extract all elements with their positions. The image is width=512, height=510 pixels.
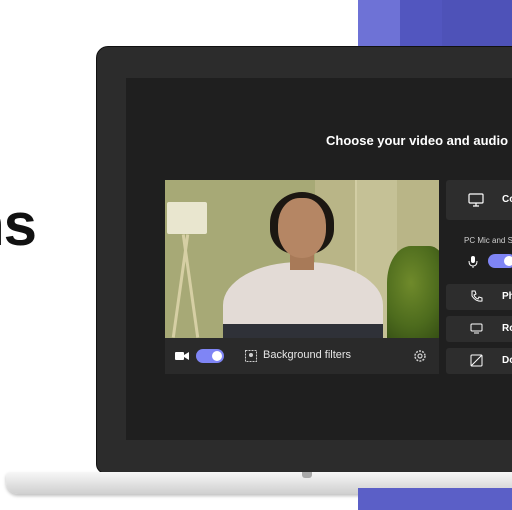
teams-prejoin-screen: Choose your video and audio Background f…	[126, 78, 512, 440]
camera-toggle[interactable]	[196, 349, 224, 363]
brand-stripe	[400, 0, 442, 46]
laptop-notch	[302, 472, 312, 478]
option-dont-use-audio[interactable]: Do	[446, 348, 512, 374]
toggle-knob	[504, 256, 512, 266]
option-label: Co	[502, 194, 512, 205]
person-torso	[223, 262, 383, 338]
option-room-audio[interactable]: Ro	[446, 316, 512, 342]
gear-icon[interactable]	[413, 349, 427, 363]
video-controls-bar: Background filters	[165, 338, 439, 374]
pc-mic-speakers-label: PC Mic and S	[464, 236, 512, 245]
brand-wordmark: ns	[0, 191, 36, 258]
sweater-stripe	[223, 324, 383, 338]
phone-icon	[471, 290, 483, 302]
option-label: Do	[502, 355, 512, 366]
room-display-icon	[470, 323, 483, 334]
microphone-toggle[interactable]	[488, 254, 512, 268]
background-filters-icon[interactable]	[245, 350, 257, 362]
video-camera-icon[interactable]	[175, 351, 189, 361]
option-label: Ph	[502, 291, 512, 302]
lamp	[167, 202, 207, 234]
audio-off-icon	[470, 354, 483, 367]
brand-footer-band	[358, 488, 512, 510]
toggle-knob	[212, 351, 222, 361]
option-label: Ro	[502, 323, 512, 334]
background-filters-button[interactable]: Background filters	[263, 349, 351, 361]
option-computer-audio[interactable]: Co	[446, 180, 512, 220]
option-phone-audio[interactable]: Ph	[446, 284, 512, 310]
plant	[387, 246, 439, 338]
audio-options-panel: Co PC Mic and S Ph Ro	[446, 180, 512, 438]
brand-stripe	[442, 0, 512, 46]
camera-preview	[165, 180, 439, 338]
microphone-icon	[468, 256, 478, 268]
brand-stripe	[358, 0, 400, 46]
page-title: Choose your video and audio	[326, 133, 509, 148]
person-face	[278, 198, 326, 258]
computer-audio-icon	[468, 193, 484, 207]
